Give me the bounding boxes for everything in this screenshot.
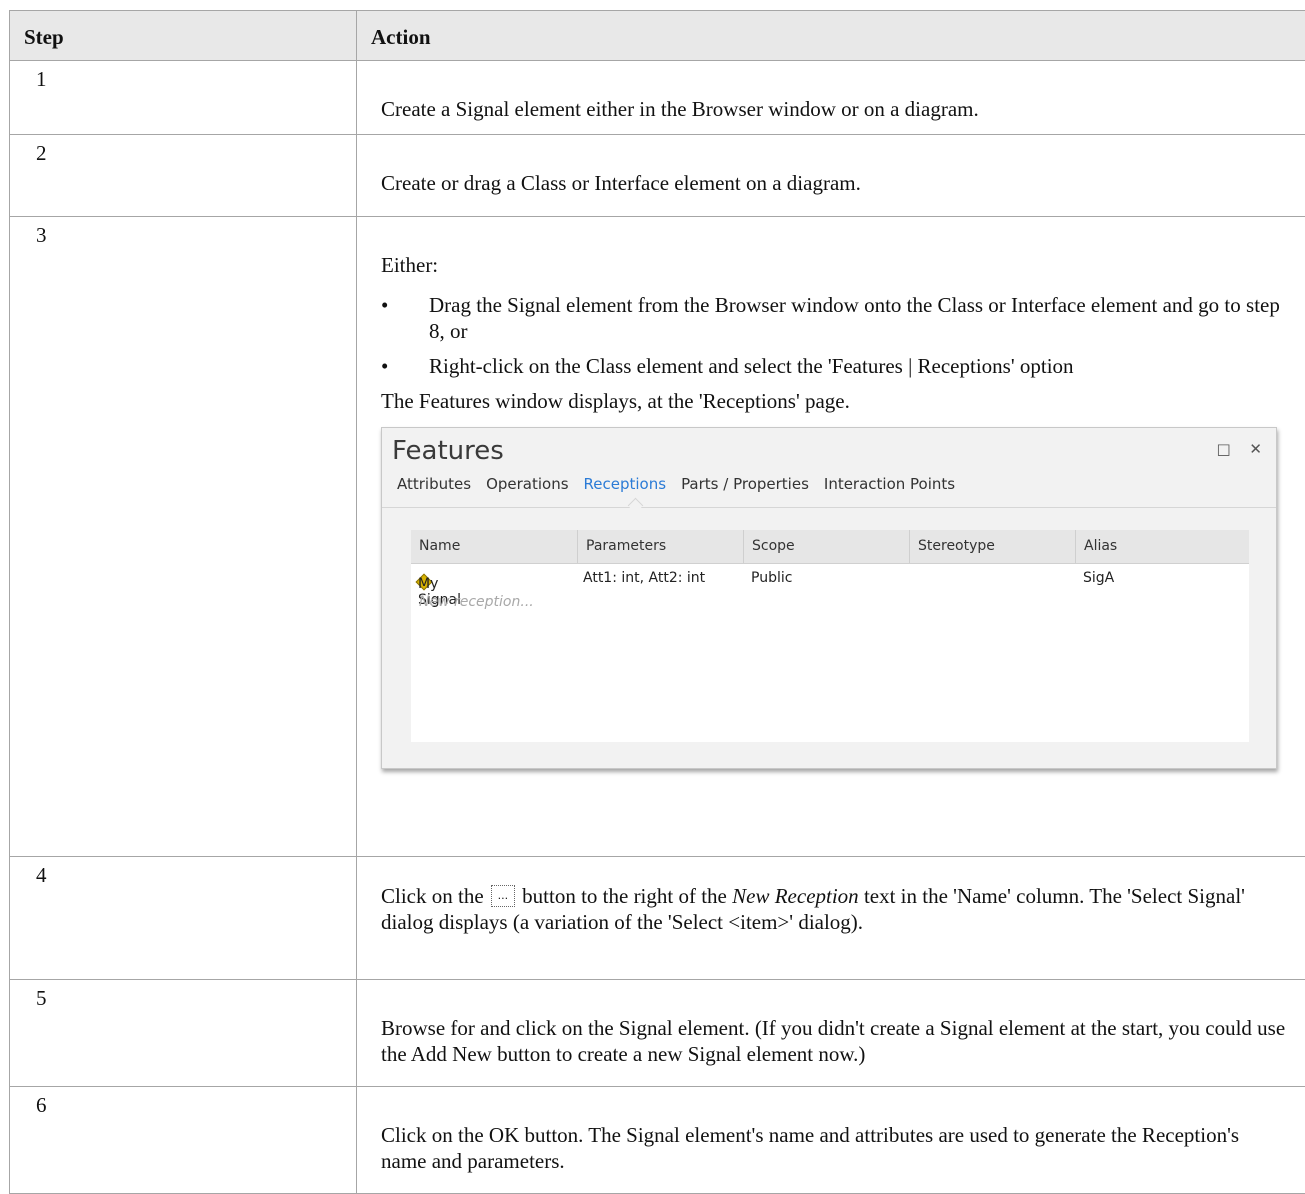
action-text: Click on the ... button to the right of …	[381, 883, 1287, 935]
action-column-header: Action	[357, 11, 1305, 61]
table-header-row: Step Action	[10, 11, 1305, 61]
action-text: Click on the OK button. The Signal eleme…	[381, 1122, 1287, 1174]
receptions-grid: Name Parameters Scope Stereotype Alias ≡…	[411, 530, 1249, 742]
column-header-alias[interactable]: Alias	[1075, 530, 1249, 563]
tab-parts-properties[interactable]: Parts / Properties	[681, 475, 809, 493]
steps-table: Step Action 1 Create a Signal element ei…	[9, 10, 1305, 1194]
grid-header: Name Parameters Scope Stereotype Alias	[411, 530, 1249, 564]
step-number: 3	[10, 217, 357, 857]
list-item: • Right-click on the Class element and s…	[381, 353, 1287, 379]
step-number: 4	[10, 857, 357, 980]
action-text: Browse for and click on the Signal eleme…	[381, 1015, 1287, 1067]
bullet-icon: •	[381, 353, 388, 379]
ellipsis-button-icon: ...	[491, 885, 515, 907]
window-controls: □ ✕	[1202, 440, 1262, 458]
features-window-screenshot: Features □ ✕ Attributes Operations Recepti…	[381, 427, 1277, 769]
table-row: 4 Click on the ... button to the right o…	[10, 857, 1305, 980]
action-text-italic: New Reception	[732, 884, 859, 908]
action-text-part: Click on the	[381, 884, 484, 908]
column-header-stereotype[interactable]: Stereotype	[909, 530, 1075, 563]
bullet-list: • Drag the Signal element from the Brows…	[381, 292, 1287, 379]
column-header-scope[interactable]: Scope	[743, 530, 909, 563]
table-row: 6 Click on the OK button. The Signal ele…	[10, 1087, 1305, 1194]
tab-attributes[interactable]: Attributes	[397, 475, 471, 493]
step-number: 6	[10, 1087, 357, 1194]
table-row[interactable]: ≡My Signal Att1: int, Att2: int Public S…	[411, 564, 1249, 592]
new-reception-row[interactable]: New reception...	[411, 592, 1249, 620]
table-row: 1 Create a Signal element either in the …	[10, 61, 1305, 135]
action-cell: Click on the OK button. The Signal eleme…	[357, 1087, 1305, 1194]
table-row: 3 Either: • Drag the Signal element from…	[10, 217, 1305, 857]
action-cell: Create a Signal element either in the Br…	[357, 61, 1305, 135]
tab-interaction-points[interactable]: Interaction Points	[824, 475, 955, 493]
step-number: 5	[10, 980, 357, 1087]
table-row: 5 Browse for and click on the Signal ele…	[10, 980, 1305, 1087]
features-window-title: Features	[392, 436, 504, 466]
action-cell: Create or drag a Class or Interface elem…	[357, 135, 1305, 217]
action-cell: Click on the ... button to the right of …	[357, 857, 1305, 980]
step-number: 2	[10, 135, 357, 217]
reception-scope: Public	[751, 570, 792, 586]
step-column-header: Step	[10, 11, 357, 61]
action-text-part: button to the right of the	[522, 884, 727, 908]
list-item: • Drag the Signal element from the Brows…	[381, 292, 1287, 344]
tab-divider	[382, 507, 1276, 508]
table-row: 2 Create or drag a Class or Interface el…	[10, 135, 1305, 217]
action-cell: Browse for and click on the Signal eleme…	[357, 980, 1305, 1087]
bullet-text: Drag the Signal element from the Browser…	[429, 293, 1280, 343]
bullet-icon: •	[381, 292, 388, 318]
action-intro: Either:	[381, 252, 1287, 278]
new-reception-placeholder[interactable]: New reception...	[419, 594, 534, 610]
maximize-icon[interactable]: □	[1216, 440, 1230, 458]
features-tabs: Attributes Operations Receptions Parts / Pr…	[397, 475, 970, 493]
step-number: 1	[10, 61, 357, 135]
bullet-text: Right-click on the Class element and sel…	[429, 354, 1074, 378]
column-header-name[interactable]: Name	[411, 530, 577, 563]
reception-alias: SigA	[1083, 570, 1114, 586]
close-icon[interactable]: ✕	[1249, 440, 1262, 458]
action-cell: Either: • Drag the Signal element from t…	[357, 217, 1305, 857]
tab-receptions[interactable]: Receptions	[584, 475, 667, 493]
column-header-parameters[interactable]: Parameters	[577, 530, 743, 563]
tab-operations[interactable]: Operations	[486, 475, 568, 493]
action-text: Create or drag a Class or Interface elem…	[381, 170, 1287, 196]
action-text: Create a Signal element either in the Br…	[381, 96, 1287, 122]
active-tab-caret	[628, 498, 644, 514]
action-followup: The Features window displays, at the 'Re…	[381, 388, 1287, 414]
reception-parameters: Att1: int, Att2: int	[583, 570, 705, 586]
